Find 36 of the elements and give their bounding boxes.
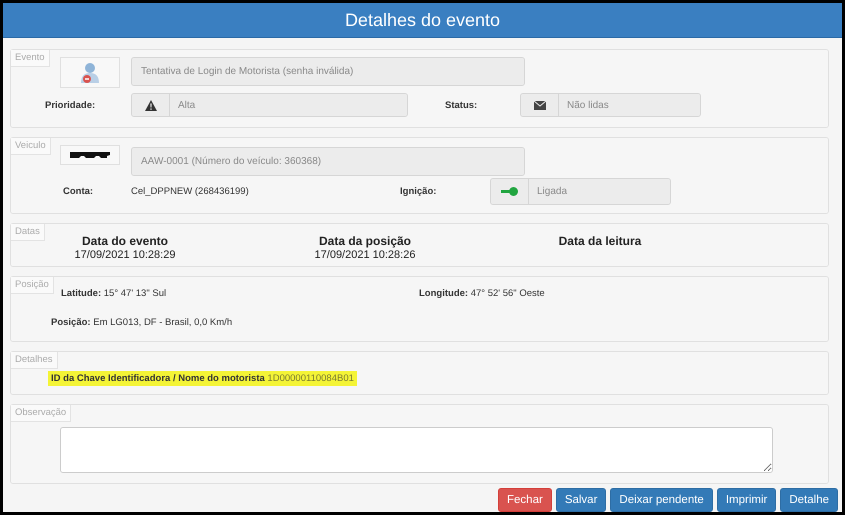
warning-icon	[144, 100, 156, 110]
date-value: 17/09/2021 10:28:29	[74, 249, 176, 261]
action-button[interactable]: Deixar pendente	[610, 488, 713, 512]
detail-text: ID da Chave Identificadora / Nome do motorista 1D00000110084B01	[48, 371, 357, 386]
date-label: Data do evento	[82, 234, 168, 248]
action-button[interactable]: Salvar	[556, 488, 606, 512]
date-label: Data da posição	[318, 234, 412, 248]
field-value: Não lidas	[566, 98, 609, 112]
date-label: Data da leitura	[558, 234, 642, 248]
field-label: Ignição:	[399, 186, 438, 197]
envelope-icon	[534, 100, 546, 110]
action-button[interactable]: Imprimir	[716, 488, 776, 512]
section-legend: Detalhes	[11, 352, 58, 369]
description-field: AAW-0001 (Número do veículo: 360368)	[131, 147, 525, 176]
field-label: Status:	[444, 100, 478, 110]
coordinate-text: Latitude: 15° 47' 13" Sul	[61, 288, 168, 299]
field-value: Ligada	[536, 185, 568, 199]
position-text: Posição: Em LG013, DF - Brasil, 0,0 Km/h	[51, 317, 232, 328]
field-label: Prioridade:	[44, 100, 96, 110]
section-legend: Datas	[11, 224, 45, 241]
observation-field[interactable]	[60, 427, 773, 473]
action-button[interactable]: Detalhe	[780, 488, 838, 512]
section-legend: Evento	[11, 50, 50, 67]
field-label: Conta:	[62, 186, 94, 197]
window-title: Detalhes do evento	[3, 3, 842, 38]
section-legend: Veiculo	[11, 138, 51, 155]
section-legend: Observação	[11, 405, 72, 422]
user-warning-icon	[80, 62, 100, 84]
close-button[interactable]: Fechar	[498, 488, 552, 512]
section-legend: Posição	[11, 277, 54, 294]
coordinate-text: Longitude: 47° 52' 56" Oeste	[419, 288, 545, 299]
field-value: Cel_DPPNEW (268436199)	[131, 186, 250, 197]
vehicle-icon	[70, 151, 110, 159]
description-field: Tentativa de Login de Motorista (senha inválida)	[131, 57, 525, 86]
date-value: 17/09/2021 10:28:26	[314, 249, 416, 261]
field-value: Alta	[177, 98, 196, 112]
